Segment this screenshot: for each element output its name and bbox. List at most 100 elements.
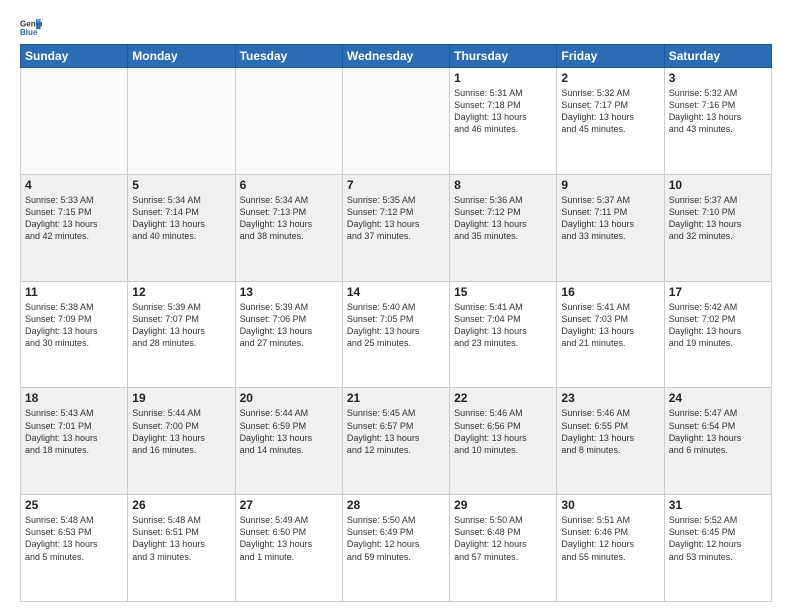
calendar-cell-23: 20 Sunrise: 5:44 AM Sunset: 6:59 PM Dayli… [235, 388, 342, 495]
cell-info: Sunrise: 5:51 AM Sunset: 6:46 PM Dayligh… [561, 514, 659, 563]
day-number: 21 [347, 391, 445, 405]
calendar-cell-13: 10 Sunrise: 5:37 AM Sunset: 7:10 PM Dayli… [664, 174, 771, 281]
calendar-cell-19: 16 Sunrise: 5:41 AM Sunset: 7:03 PM Dayli… [557, 281, 664, 388]
day-number: 28 [347, 498, 445, 512]
weekday-header-saturday: Saturday [664, 45, 771, 68]
calendar-cell-27: 24 Sunrise: 5:47 AM Sunset: 6:54 PM Dayli… [664, 388, 771, 495]
calendar-cell-31: 28 Sunrise: 5:50 AM Sunset: 6:49 PM Dayli… [342, 495, 449, 602]
day-number: 26 [132, 498, 230, 512]
day-number: 31 [669, 498, 767, 512]
cell-info: Sunrise: 5:37 AM Sunset: 7:10 PM Dayligh… [669, 194, 767, 243]
cell-info: Sunrise: 5:50 AM Sunset: 6:48 PM Dayligh… [454, 514, 552, 563]
calendar-cell-24: 21 Sunrise: 5:45 AM Sunset: 6:57 PM Dayli… [342, 388, 449, 495]
calendar-cell-18: 15 Sunrise: 5:41 AM Sunset: 7:04 PM Dayli… [450, 281, 557, 388]
cell-info: Sunrise: 5:38 AM Sunset: 7:09 PM Dayligh… [25, 301, 123, 350]
week-row-5: 25 Sunrise: 5:48 AM Sunset: 6:53 PM Dayli… [21, 495, 772, 602]
day-number: 7 [347, 178, 445, 192]
calendar-cell-29: 26 Sunrise: 5:48 AM Sunset: 6:51 PM Dayli… [128, 495, 235, 602]
day-number: 19 [132, 391, 230, 405]
cell-info: Sunrise: 5:46 AM Sunset: 6:56 PM Dayligh… [454, 407, 552, 456]
day-number: 24 [669, 391, 767, 405]
week-row-2: 4Sunrise: 5:33 AM Sunset: 7:15 PM Daylig… [21, 174, 772, 281]
day-number: 16 [561, 285, 659, 299]
calendar-cell-8: 5 Sunrise: 5:34 AM Sunset: 7:14 PM Daylig… [128, 174, 235, 281]
cell-info: Sunrise: 5:39 AM Sunset: 7:06 PM Dayligh… [240, 301, 338, 350]
cell-info: Sunrise: 5:36 AM Sunset: 7:12 PM Dayligh… [454, 194, 552, 243]
day-number: 10 [669, 178, 767, 192]
calendar-cell-15: 12 Sunrise: 5:39 AM Sunset: 7:07 PM Dayli… [128, 281, 235, 388]
calendar-cell-7: 4Sunrise: 5:33 AM Sunset: 7:15 PM Daylig… [21, 174, 128, 281]
weekday-header-monday: Monday [128, 45, 235, 68]
week-row-4: 18 Sunrise: 5:43 AM Sunset: 7:01 PM Dayli… [21, 388, 772, 495]
calendar-cell-4: 1Sunrise: 5:31 AM Sunset: 7:18 PM Daylig… [450, 68, 557, 175]
day-number: 3 [669, 71, 767, 85]
cell-info: Sunrise: 5:45 AM Sunset: 6:57 PM Dayligh… [347, 407, 445, 456]
day-number: 8 [454, 178, 552, 192]
cell-info: Sunrise: 5:47 AM Sunset: 6:54 PM Dayligh… [669, 407, 767, 456]
cell-info: Sunrise: 5:41 AM Sunset: 7:03 PM Dayligh… [561, 301, 659, 350]
cell-info: Sunrise: 5:50 AM Sunset: 6:49 PM Dayligh… [347, 514, 445, 563]
calendar-cell-28: 25 Sunrise: 5:48 AM Sunset: 6:53 PM Dayli… [21, 495, 128, 602]
calendar-cell-33: 30 Sunrise: 5:51 AM Sunset: 6:46 PM Dayli… [557, 495, 664, 602]
calendar-cell-11: 8 Sunrise: 5:36 AM Sunset: 7:12 PM Daylig… [450, 174, 557, 281]
day-number: 4 [25, 178, 123, 192]
day-number: 1 [454, 71, 552, 85]
calendar-cell-5: 2Sunrise: 5:32 AM Sunset: 7:17 PM Daylig… [557, 68, 664, 175]
weekday-header-thursday: Thursday [450, 45, 557, 68]
cell-info: Sunrise: 5:37 AM Sunset: 7:11 PM Dayligh… [561, 194, 659, 243]
day-number: 9 [561, 178, 659, 192]
cell-info: Sunrise: 5:46 AM Sunset: 6:55 PM Dayligh… [561, 407, 659, 456]
day-number: 20 [240, 391, 338, 405]
cell-info: Sunrise: 5:44 AM Sunset: 6:59 PM Dayligh… [240, 407, 338, 456]
day-number: 11 [25, 285, 123, 299]
calendar-cell-2 [235, 68, 342, 175]
cell-info: Sunrise: 5:49 AM Sunset: 6:50 PM Dayligh… [240, 514, 338, 563]
weekday-header-tuesday: Tuesday [235, 45, 342, 68]
calendar-cell-34: 31 Sunrise: 5:52 AM Sunset: 6:45 PM Dayli… [664, 495, 771, 602]
cell-info: Sunrise: 5:48 AM Sunset: 6:51 PM Dayligh… [132, 514, 230, 563]
day-number: 23 [561, 391, 659, 405]
day-number: 14 [347, 285, 445, 299]
calendar-cell-32: 29Sunrise: 5:50 AM Sunset: 6:48 PM Dayli… [450, 495, 557, 602]
calendar-table: SundayMondayTuesdayWednesdayThursdayFrid… [20, 44, 772, 602]
calendar-cell-21: 18 Sunrise: 5:43 AM Sunset: 7:01 PM Dayli… [21, 388, 128, 495]
logo-icon: General Blue [20, 16, 42, 38]
calendar-cell-20: 17Sunrise: 5:42 AM Sunset: 7:02 PM Dayli… [664, 281, 771, 388]
day-number: 17 [669, 285, 767, 299]
day-number: 25 [25, 498, 123, 512]
calendar-cell-3 [342, 68, 449, 175]
weekday-header-friday: Friday [557, 45, 664, 68]
day-number: 5 [132, 178, 230, 192]
day-number: 30 [561, 498, 659, 512]
day-number: 2 [561, 71, 659, 85]
day-number: 15 [454, 285, 552, 299]
day-number: 13 [240, 285, 338, 299]
calendar-cell-14: 11 Sunrise: 5:38 AM Sunset: 7:09 PM Dayli… [21, 281, 128, 388]
cell-info: Sunrise: 5:39 AM Sunset: 7:07 PM Dayligh… [132, 301, 230, 350]
cell-info: Sunrise: 5:34 AM Sunset: 7:14 PM Dayligh… [132, 194, 230, 243]
calendar-cell-22: 19Sunrise: 5:44 AM Sunset: 7:00 PM Dayli… [128, 388, 235, 495]
weekday-header-sunday: Sunday [21, 45, 128, 68]
header: General Blue [20, 16, 772, 38]
week-row-3: 11 Sunrise: 5:38 AM Sunset: 7:09 PM Dayli… [21, 281, 772, 388]
calendar-cell-17: 14 Sunrise: 5:40 AM Sunset: 7:05 PM Dayli… [342, 281, 449, 388]
day-number: 27 [240, 498, 338, 512]
cell-info: Sunrise: 5:52 AM Sunset: 6:45 PM Dayligh… [669, 514, 767, 563]
calendar-cell-26: 23 Sunrise: 5:46 AM Sunset: 6:55 PM Dayli… [557, 388, 664, 495]
calendar-cell-16: 13 Sunrise: 5:39 AM Sunset: 7:06 PM Dayli… [235, 281, 342, 388]
calendar-cell-0 [21, 68, 128, 175]
cell-info: Sunrise: 5:35 AM Sunset: 7:12 PM Dayligh… [347, 194, 445, 243]
week-row-1: 1Sunrise: 5:31 AM Sunset: 7:18 PM Daylig… [21, 68, 772, 175]
cell-info: Sunrise: 5:32 AM Sunset: 7:16 PM Dayligh… [669, 87, 767, 136]
calendar-cell-12: 9 Sunrise: 5:37 AM Sunset: 7:11 PM Daylig… [557, 174, 664, 281]
cell-info: Sunrise: 5:40 AM Sunset: 7:05 PM Dayligh… [347, 301, 445, 350]
cell-info: Sunrise: 5:43 AM Sunset: 7:01 PM Dayligh… [25, 407, 123, 456]
day-number: 6 [240, 178, 338, 192]
cell-info: Sunrise: 5:48 AM Sunset: 6:53 PM Dayligh… [25, 514, 123, 563]
page: General Blue SundayMondayTuesdayWednesda… [0, 0, 792, 612]
day-number: 18 [25, 391, 123, 405]
day-number: 12 [132, 285, 230, 299]
cell-info: Sunrise: 5:41 AM Sunset: 7:04 PM Dayligh… [454, 301, 552, 350]
weekday-header-row: SundayMondayTuesdayWednesdayThursdayFrid… [21, 45, 772, 68]
calendar-cell-10: 7 Sunrise: 5:35 AM Sunset: 7:12 PM Daylig… [342, 174, 449, 281]
